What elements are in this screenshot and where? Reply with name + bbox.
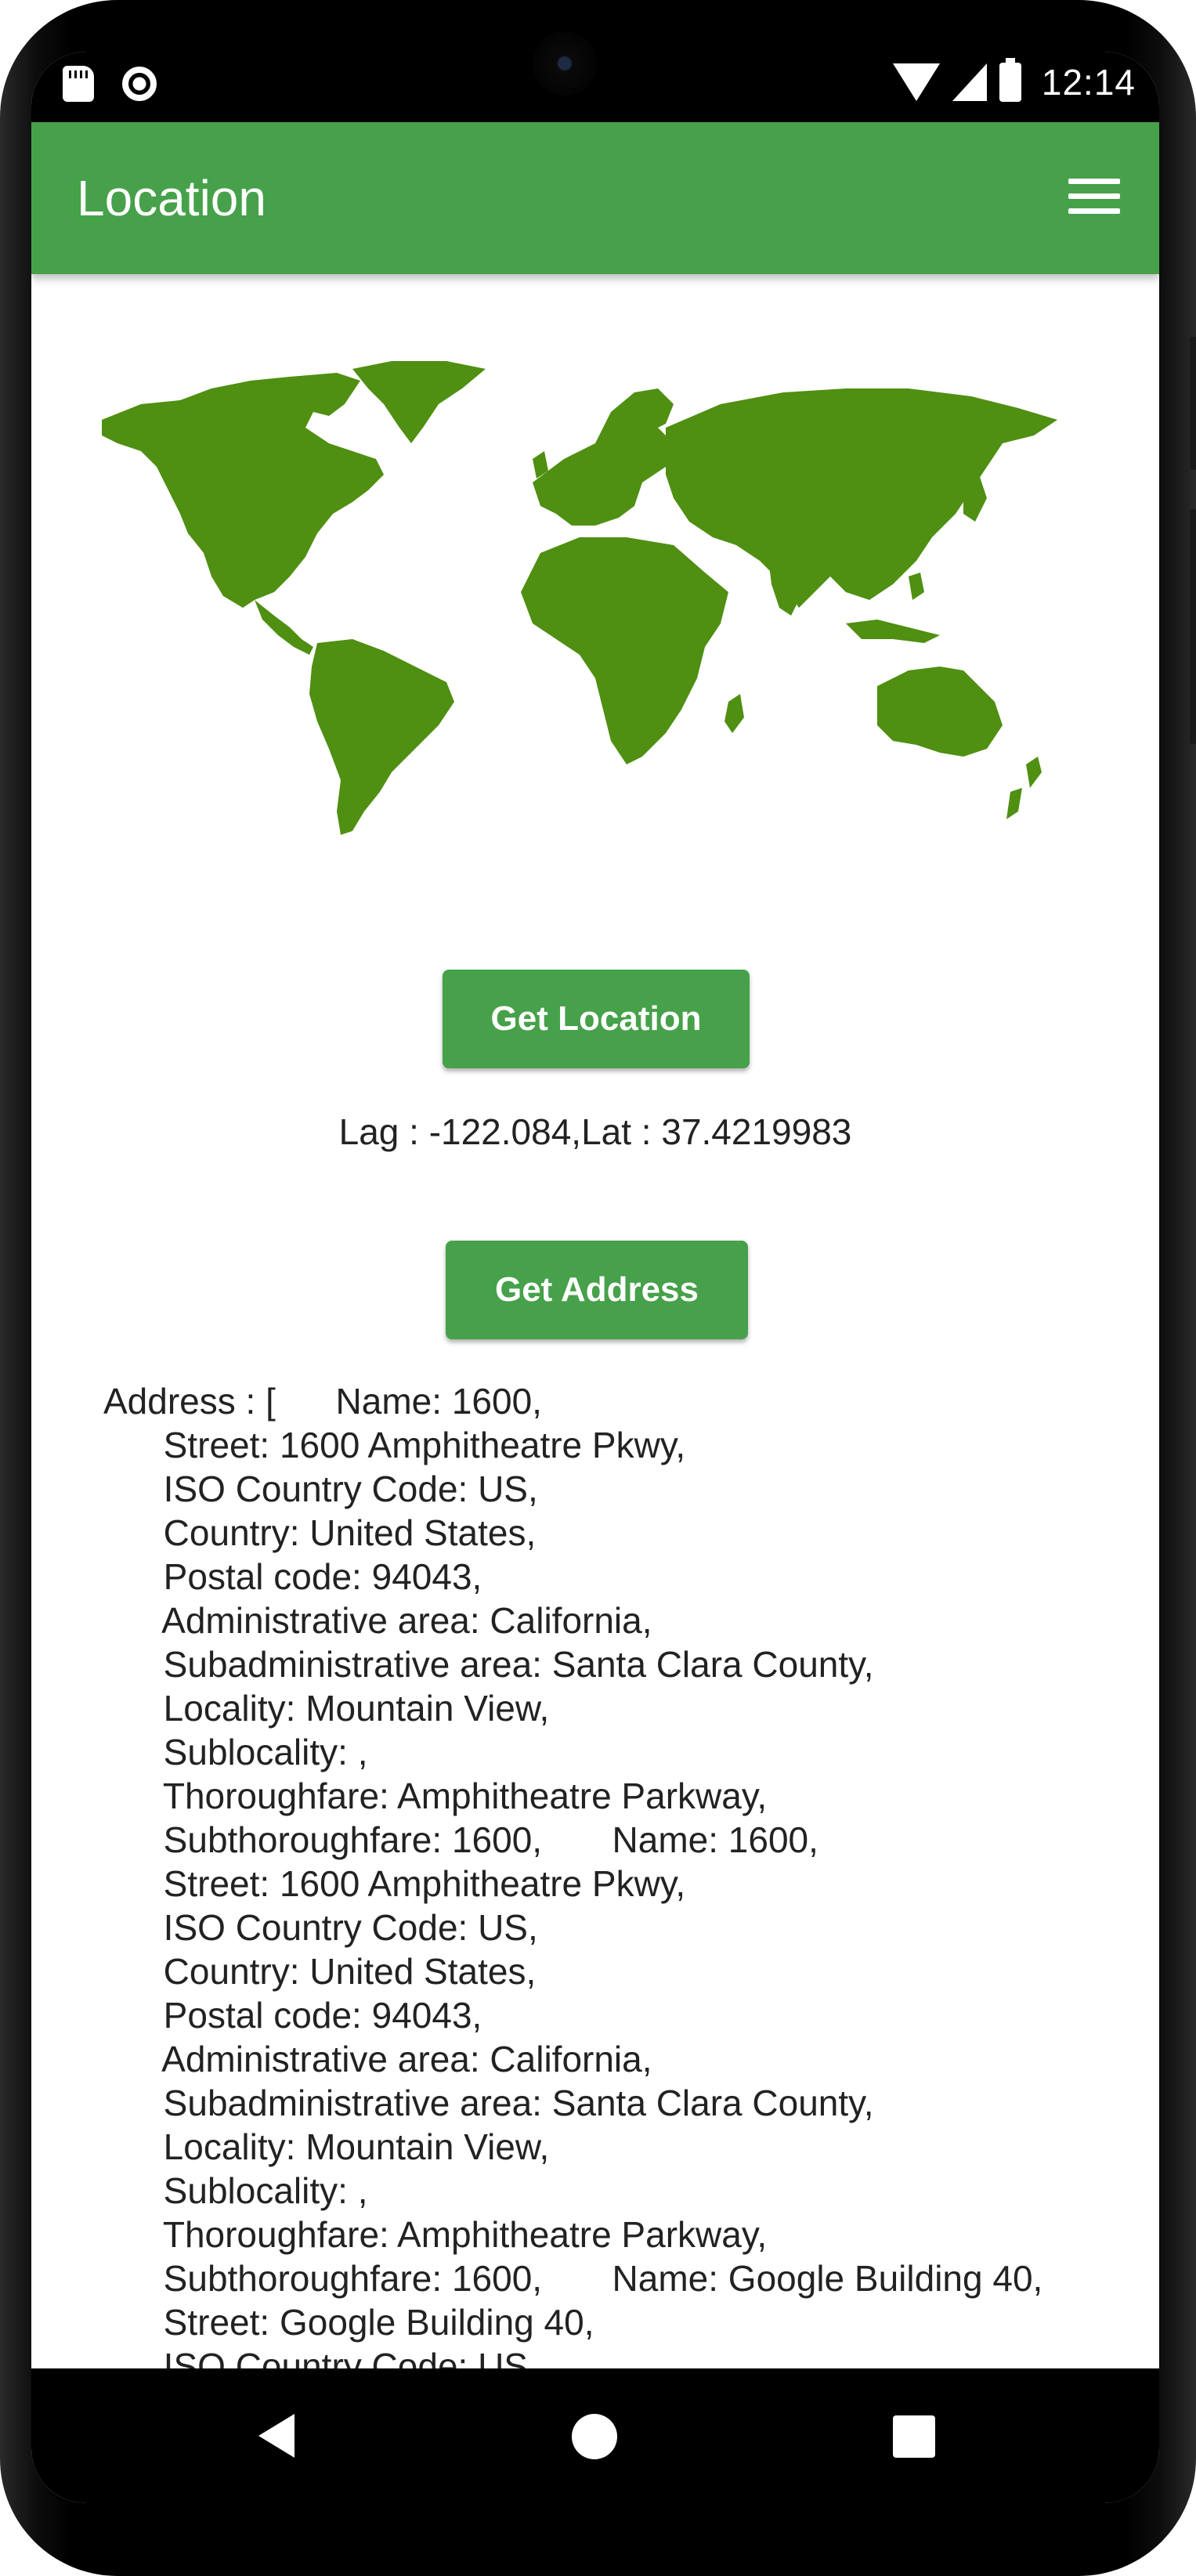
address-line: Locality: Mountain View, — [103, 2126, 550, 2167]
map-europe — [533, 428, 674, 526]
address-line: Sublocality: , — [103, 2170, 368, 2211]
address-text: Address : [ Name: 1600, Street: 1600 Amp… — [103, 1379, 1137, 2388]
map-greenland — [352, 361, 486, 443]
map-north-america — [102, 373, 384, 608]
map-africa — [521, 537, 728, 764]
map-madagascar — [724, 694, 744, 733]
map-philippines — [909, 573, 924, 600]
screen: 12:14 Location Get Location Lag: -122.0… — [31, 52, 1159, 2503]
signal-icon — [952, 63, 987, 101]
address-line: Subadministrative area: Santa Clara Coun… — [103, 2083, 874, 2123]
navigation-bar — [31, 2368, 1159, 2503]
address-line: Sublocality: , — [103, 1732, 368, 1772]
address-line: ISO Country Code: US, — [103, 1469, 538, 1509]
wifi-icon — [892, 63, 940, 101]
address-line: Administrative area: California, — [103, 1600, 652, 1641]
volume-button — [1190, 509, 1196, 744]
map-indonesia — [846, 620, 940, 643]
address-line: Subadministrative area: Santa Clara Coun… — [103, 1644, 874, 1685]
address-line: Thoroughfare: Amphitheatre Parkway, — [103, 2214, 768, 2255]
map-south-america — [309, 639, 454, 835]
map-central-america — [255, 600, 313, 655]
recent-apps-icon[interactable] — [893, 2415, 935, 2458]
address-line: Administrative area: California, — [103, 2039, 652, 2079]
address-line: Street: 1600 Amphitheatre Pkwy, — [103, 1425, 686, 1465]
menu-icon[interactable] — [1068, 179, 1120, 215]
address-line: Country: United States, — [103, 1512, 537, 1553]
get-location-button[interactable]: Get Location — [443, 970, 750, 1068]
device: 12:14 Location Get Location Lag: -122.0… — [0, 0, 1196, 2576]
address-line: Country: United States, — [103, 1951, 537, 1992]
address-line: Street: 1600 Amphitheatre Pkwy, — [103, 1863, 686, 1904]
front-camera — [533, 31, 597, 96]
address-line: Street: Google Building 40, — [103, 2302, 594, 2343]
address-line: Subthoroughfare: 1600, Name: 1600, — [103, 1819, 818, 1860]
get-address-button[interactable]: Get Address — [446, 1241, 748, 1339]
camera-icon — [122, 67, 157, 101]
address-line: Locality: Mountain View, — [103, 1688, 550, 1729]
address-line: Thoroughfare: Amphitheatre Parkway, — [103, 1776, 768, 1816]
coordinates-text: Lag : -122.084,Lat : 37.4219983 — [338, 1111, 852, 1152]
sd-card-icon — [63, 66, 94, 102]
back-icon[interactable] — [258, 2414, 294, 2458]
address-line: Subthoroughfare: 1600, Name: Google Buil… — [103, 2258, 1043, 2299]
map-new-zealand-south — [1006, 788, 1022, 819]
home-icon[interactable] — [572, 2414, 617, 2459]
battery-icon — [999, 58, 1021, 102]
power-button — [1190, 337, 1196, 470]
world-map-image — [102, 361, 1057, 835]
address-line: Postal code: 94043, — [103, 1995, 482, 2036]
map-new-zealand — [1026, 757, 1042, 788]
app-bar: Location — [31, 122, 1159, 274]
address-line: Address : [ Name: 1600, — [103, 1381, 542, 1422]
map-asia — [666, 388, 1057, 608]
status-time: 12:14 — [1041, 62, 1136, 103]
map-australia — [877, 667, 1003, 757]
address-line: ISO Country Code: US, — [103, 1907, 538, 1948]
page-title: Location — [77, 170, 266, 226]
map-japan — [963, 475, 987, 522]
address-line: Postal code: 94043, — [103, 1556, 482, 1597]
